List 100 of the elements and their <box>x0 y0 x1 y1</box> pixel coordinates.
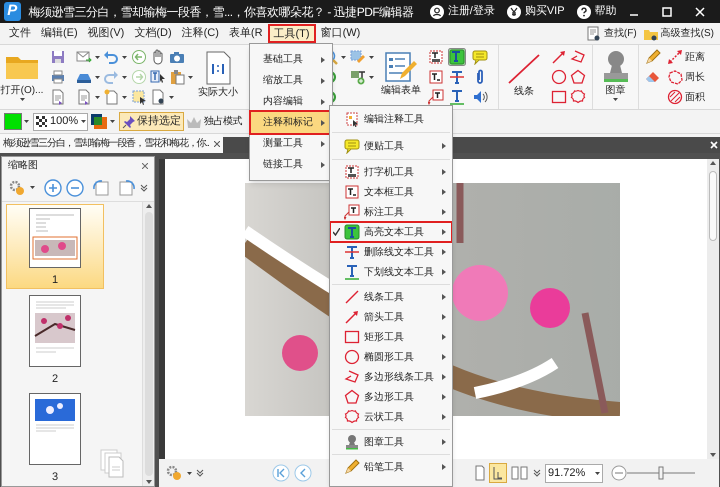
previous-page-icon[interactable] <box>294 464 312 482</box>
help-link[interactable]: 帮助 <box>594 3 617 20</box>
caret-icon[interactable] <box>187 472 192 474</box>
scroll-down-icon[interactable] <box>710 453 716 457</box>
form-edit-icon[interactable] <box>384 51 418 83</box>
cloud-icon[interactable] <box>344 409 360 425</box>
caret-icon[interactable] <box>95 56 100 58</box>
area-button[interactable]: 面积 <box>685 90 705 104</box>
caret-icon[interactable] <box>20 98 24 101</box>
menu-option[interactable]: 删除线文本工具 <box>330 242 452 262</box>
caret-icon[interactable] <box>122 96 127 98</box>
menu-option[interactable]: 打字机工具 <box>330 162 452 182</box>
chevron-down-icon[interactable] <box>533 469 541 477</box>
fill-color-swatch[interactable] <box>4 113 22 130</box>
caret-icon[interactable] <box>95 76 100 78</box>
line-icon[interactable] <box>344 289 360 305</box>
menu-option[interactable]: 文本框工具 <box>330 182 452 202</box>
exclusive-mode-button[interactable]: 独占模式 <box>204 114 242 129</box>
menu-option[interactable]: 链接工具 <box>251 154 331 175</box>
menu-option[interactable]: 注释和标记 <box>251 112 331 133</box>
menu-option[interactable]: 下划线文本工具 <box>330 262 452 282</box>
menu-option[interactable]: 铅笔工具 <box>330 457 452 477</box>
find-button[interactable]: 查找(F) <box>604 26 637 41</box>
pushpin-icon[interactable] <box>122 114 136 128</box>
menu-item[interactable]: 工具(T) <box>268 24 316 43</box>
menu-item[interactable]: 视图(V) <box>82 24 130 43</box>
rectangle-icon[interactable] <box>344 329 360 345</box>
dashed-polygon-icon[interactable] <box>667 69 683 85</box>
text-box-icon[interactable] <box>344 184 360 200</box>
document-icon[interactable] <box>76 89 92 105</box>
menu-option[interactable]: 测量工具 <box>251 133 331 154</box>
cloud-icon[interactable] <box>570 89 586 105</box>
menu-option[interactable]: 矩形工具 <box>330 327 452 347</box>
polyline-icon[interactable] <box>570 49 586 65</box>
page-preview-drawing[interactable] <box>29 393 81 465</box>
distance-button[interactable]: 距离 <box>685 50 705 64</box>
menu-item[interactable]: 表单(R <box>224 24 268 43</box>
scrollbar-thumb[interactable] <box>709 171 717 241</box>
clipboard-icon[interactable] <box>169 69 185 85</box>
circle-icon[interactable] <box>344 349 360 365</box>
line-icon[interactable] <box>507 54 541 84</box>
hatched-circle-icon[interactable] <box>667 89 683 105</box>
pentagon-icon[interactable] <box>570 69 586 85</box>
edit-annotation-icon[interactable] <box>344 111 360 127</box>
scrollbar[interactable] <box>142 202 154 486</box>
menu-option[interactable]: 云状工具 <box>330 407 452 427</box>
page-thumbnail-item[interactable]: 3 <box>6 389 104 486</box>
page-preview-drawing[interactable] <box>29 208 81 268</box>
underline-icon[interactable] <box>344 264 360 280</box>
keep-selected-button[interactable]: 保持选定 <box>119 112 184 131</box>
text-box-icon[interactable] <box>428 69 444 85</box>
user-icon[interactable] <box>430 4 444 18</box>
page-icon[interactable] <box>204 51 232 85</box>
menu-option[interactable]: 椭圆形工具 <box>330 347 452 367</box>
pencil-icon[interactable] <box>344 459 360 475</box>
highlight-text-icon[interactable] <box>344 224 360 240</box>
chevron-down-icon[interactable] <box>140 184 148 192</box>
caret-icon[interactable] <box>95 96 100 98</box>
menu-option[interactable]: 线条工具 <box>330 287 452 307</box>
circle-icon[interactable] <box>551 69 567 85</box>
menu-option[interactable]: 便贴工具 <box>330 135 452 157</box>
page-preview-drawing[interactable] <box>29 294 81 366</box>
menu-option[interactable]: 基础工具 <box>251 49 331 70</box>
color-picker-icon[interactable] <box>90 113 108 130</box>
ruler-arrow-icon[interactable] <box>667 49 683 65</box>
strikethrough-icon[interactable] <box>449 69 465 85</box>
open-button[interactable]: 打开(O)... <box>0 45 44 109</box>
pentagon-icon[interactable] <box>344 389 360 405</box>
sticky-note-icon[interactable] <box>344 138 360 154</box>
page-thumbnail-item[interactable]: 1 <box>6 204 104 289</box>
advanced-find-button[interactable]: 高级查找(S) <box>660 26 714 41</box>
arrow-icon[interactable] <box>344 309 360 325</box>
menu-item[interactable]: 文件 <box>4 24 36 43</box>
page-thumbnail-item[interactable]: 2 <box>6 290 104 388</box>
menu-option[interactable]: 标注工具 <box>330 202 452 222</box>
scroll-up-icon[interactable] <box>710 161 716 165</box>
camera-icon[interactable] <box>169 49 185 65</box>
maximize-icon[interactable] <box>662 6 672 16</box>
menu-item[interactable]: 文档(D) <box>129 24 177 43</box>
single-page-icon[interactable] <box>475 465 485 481</box>
highlight-text-icon[interactable] <box>448 48 466 66</box>
caret-icon[interactable] <box>122 56 127 58</box>
scrollbar-thumb[interactable] <box>144 212 152 476</box>
strikethrough-icon[interactable] <box>344 244 360 260</box>
help-icon[interactable] <box>576 4 591 18</box>
typewriter-icon[interactable] <box>344 164 360 180</box>
menu-option[interactable]: 编辑注释工具 <box>330 108 452 130</box>
first-page-icon[interactable] <box>272 464 290 482</box>
document-tab[interactable]: 梅须逊雪三分白，雪却输梅一段香，雪花和梅花，你.. <box>0 134 223 153</box>
rectangle-icon[interactable] <box>551 89 567 105</box>
caret-icon[interactable] <box>81 120 86 123</box>
menu-option[interactable]: 缩放工具 <box>251 70 331 91</box>
zoom-field[interactable]: 91.72% <box>545 464 603 482</box>
menu-option[interactable]: 图章工具 <box>330 432 452 452</box>
line-button[interactable]: 线条 <box>499 45 549 109</box>
image-add-icon[interactable] <box>350 69 366 85</box>
arrow-icon[interactable] <box>551 49 567 65</box>
text-select-icon[interactable] <box>150 69 166 85</box>
pencil-icon[interactable] <box>645 49 661 65</box>
menu-option[interactable]: 多边形线条工具 <box>330 367 452 387</box>
